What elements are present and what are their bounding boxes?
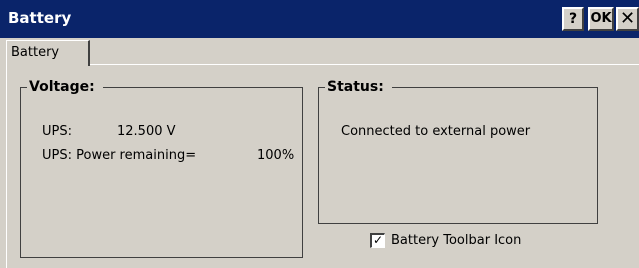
title-bar: Battery ? OK ✕ [0, 0, 639, 38]
window-title: Battery [8, 9, 72, 27]
ok-button[interactable]: OK [588, 7, 614, 31]
status-group: Status: Connected to external power [318, 79, 598, 224]
ups-label: UPS: [42, 124, 72, 139]
voltage-legend: Voltage: [27, 79, 103, 95]
toolbar-icon-label[interactable]: Battery Toolbar Icon [391, 233, 521, 248]
tab-strip: Battery [0, 38, 639, 66]
voltage-group: Voltage: UPS: 12.500 V UPS: Power remain… [20, 79, 303, 258]
tab-battery[interactable]: Battery [6, 40, 90, 66]
panel-edge [6, 65, 7, 268]
power-remaining-value: 100% [257, 148, 295, 163]
ups-voltage-value: 12.500 V [117, 124, 176, 139]
toolbar-icon-checkbox[interactable]: ✓ [370, 233, 385, 248]
power-remaining-label: UPS: Power remaining= [42, 148, 197, 163]
status-text: Connected to external power [341, 124, 531, 139]
tab-divider [90, 64, 639, 65]
help-button[interactable]: ? [562, 7, 584, 31]
close-button[interactable]: ✕ [616, 7, 639, 31]
status-legend: Status: [325, 79, 392, 95]
